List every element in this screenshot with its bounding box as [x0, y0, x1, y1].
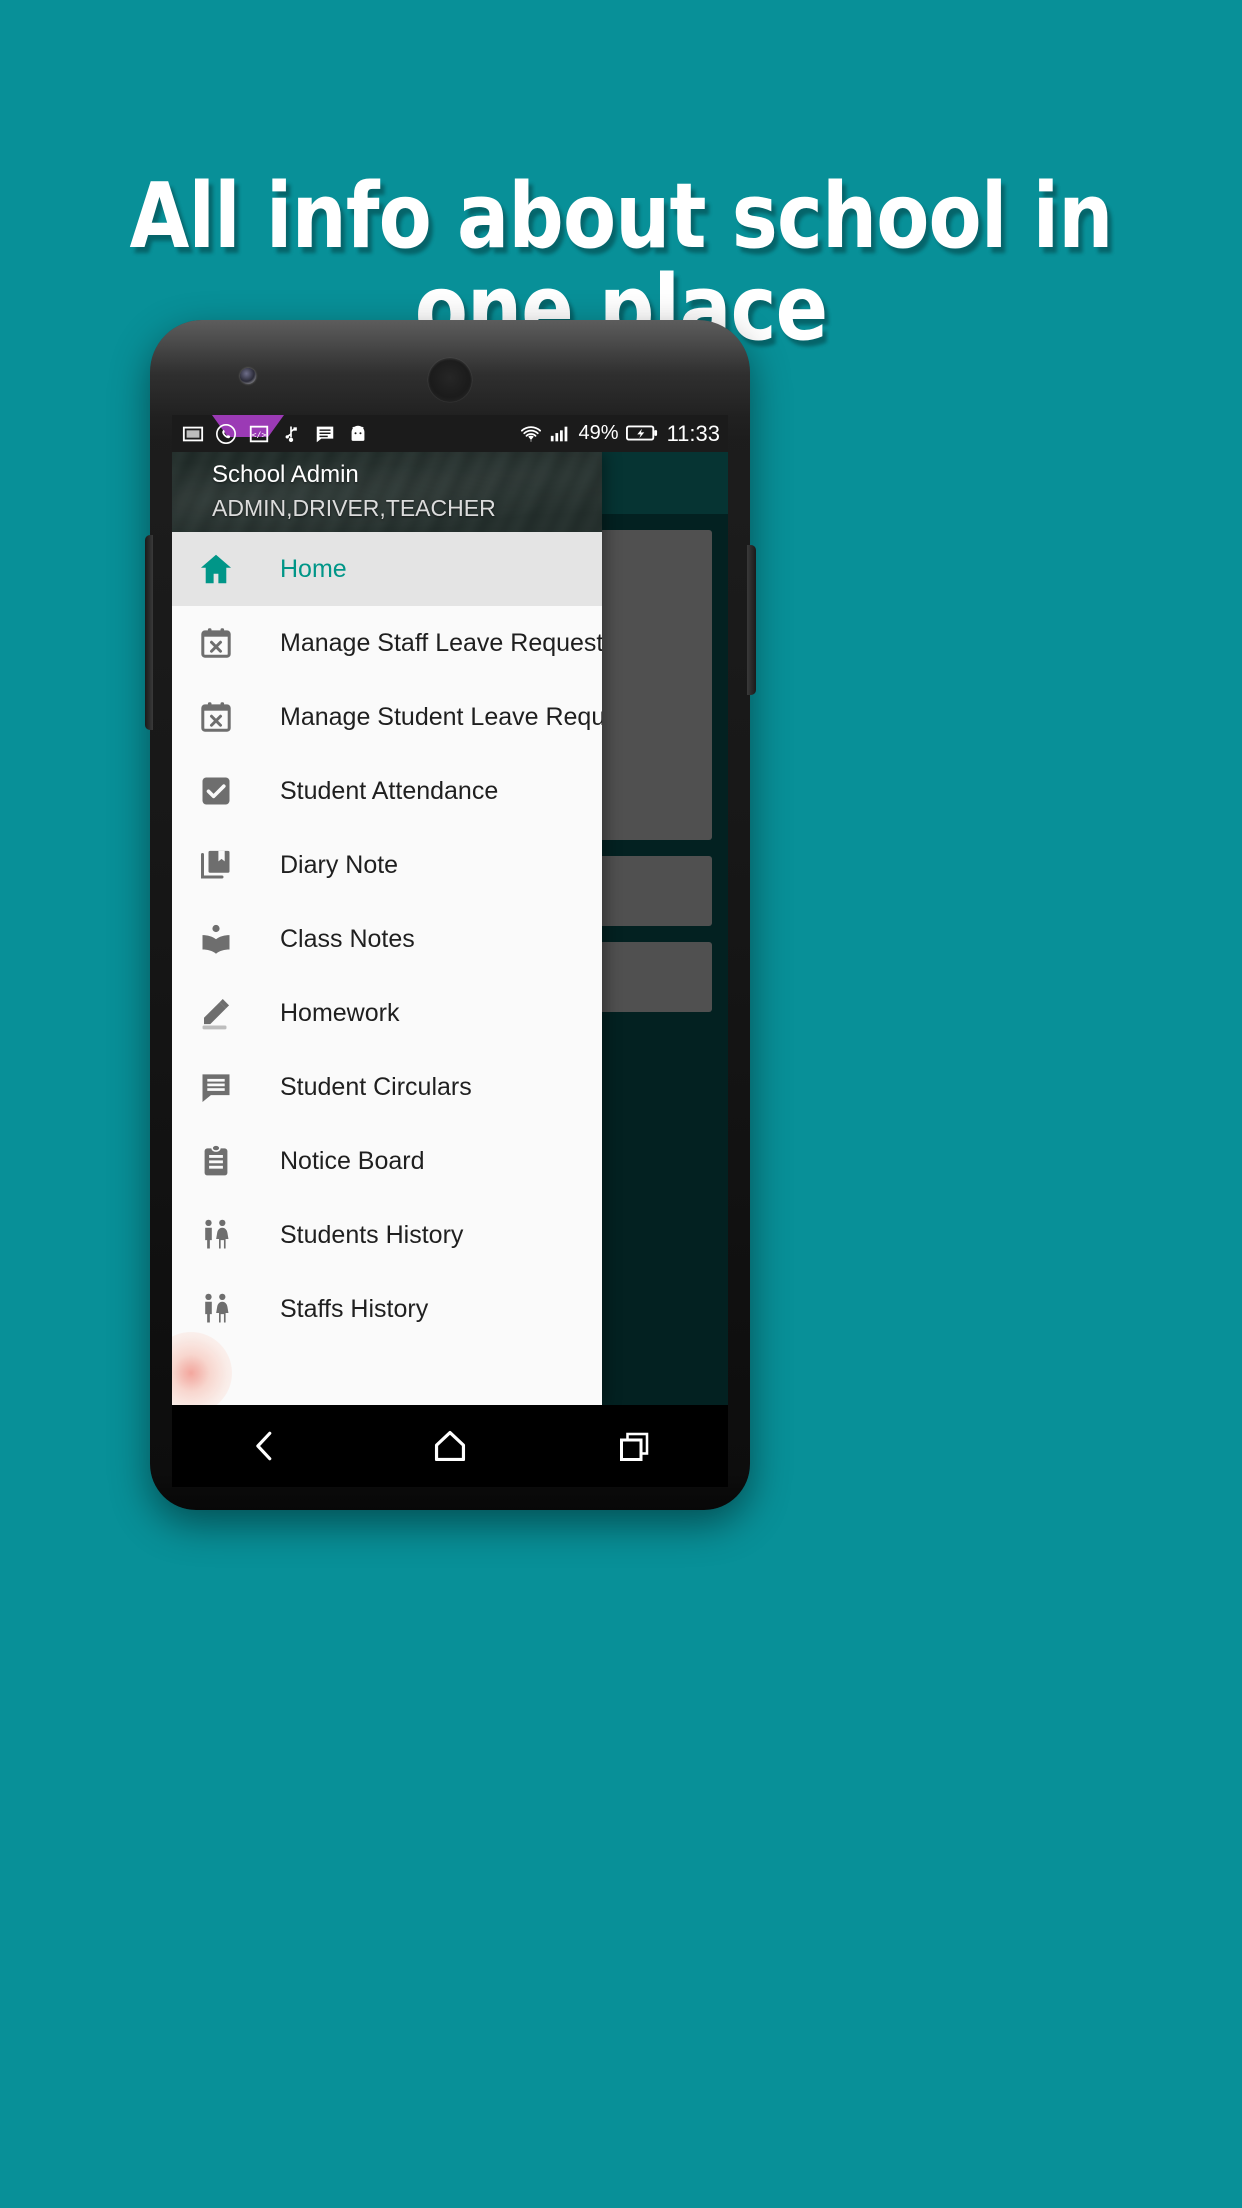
- drawer-item-home[interactable]: Home: [172, 532, 602, 606]
- status-bar-system-icons: 49% 11:33: [519, 421, 720, 447]
- drawer-item-label: Student Attendance: [280, 776, 499, 805]
- drawer-item-label: Class Notes: [280, 924, 415, 953]
- whatsapp-icon: [215, 423, 237, 445]
- android-icon: [347, 423, 369, 445]
- back-button[interactable]: [220, 1405, 310, 1487]
- comment-lines-icon: [194, 1065, 238, 1109]
- calendar-cancel-icon: [194, 695, 238, 739]
- drawer-item-label: Student Circulars: [280, 1072, 472, 1101]
- recents-button[interactable]: [590, 1405, 680, 1487]
- drawer-item-diary-note[interactable]: Diary Note: [172, 828, 602, 902]
- navigation-drawer: School Admin ADMIN,DRIVER,TEACHER Home Ma…: [172, 452, 602, 1405]
- code-icon: </>: [248, 423, 270, 445]
- drawer-item-label: Diary Note: [280, 850, 399, 879]
- earpiece-icon: [428, 358, 472, 402]
- wifi-icon: [519, 423, 541, 445]
- headline-line-1: All info about school in: [129, 163, 1113, 269]
- drawer-header[interactable]: School Admin ADMIN,DRIVER,TEACHER: [172, 452, 602, 532]
- phone-screen: </> 49% 11:33 School Admin ADMIN,DRIVER,…: [172, 415, 728, 1405]
- phone-volume-rocker: [145, 535, 153, 730]
- drawer-item-label: Staffs History: [280, 1294, 429, 1323]
- drawer-item-label: Manage Student Leave Request: [280, 702, 602, 731]
- system-navigation-bar: [172, 1405, 728, 1487]
- clipboard-icon: [194, 1139, 238, 1183]
- local-library-icon: [194, 917, 238, 961]
- calendar-cancel-icon: [194, 621, 238, 665]
- drawer-item-label: Home: [280, 554, 347, 583]
- drawer-menu-list: Home Manage Staff Leave Request Manage Stu…: [172, 532, 602, 1346]
- drawer-item-notice-board[interactable]: Notice Board: [172, 1124, 602, 1198]
- phone-mockup: </> 49% 11:33 School Admin ADMIN,DRIVER,…: [145, 320, 756, 1510]
- drawer-item-manage-student-leave-request[interactable]: Manage Student Leave Request: [172, 680, 602, 754]
- drawer-item-label: Notice Board: [280, 1146, 425, 1175]
- drawer-item-staffs-history[interactable]: Staffs History: [172, 1272, 602, 1346]
- battery-charging-icon: [625, 423, 658, 445]
- recents-icon: [617, 1428, 653, 1464]
- drawer-item-homework[interactable]: Homework: [172, 976, 602, 1050]
- drawer-item-label: Homework: [280, 998, 400, 1027]
- people-pair-icon: [194, 1213, 238, 1257]
- cellular-signal-icon: [548, 423, 572, 445]
- phone-power-button: [747, 545, 756, 695]
- screenshot-icon: [182, 423, 204, 445]
- home-button[interactable]: [405, 1405, 495, 1487]
- home-icon: [194, 547, 238, 591]
- drawer-item-label: Manage Staff Leave Request: [280, 628, 602, 657]
- drawer-item-class-notes[interactable]: Class Notes: [172, 902, 602, 976]
- people-pair-icon: [194, 1287, 238, 1331]
- drawer-item-student-circulars[interactable]: Student Circulars: [172, 1050, 602, 1124]
- drawer-item-manage-staff-leave-request[interactable]: Manage Staff Leave Request: [172, 606, 602, 680]
- pencil-edit-icon: [194, 991, 238, 1035]
- drawer-item-students-history[interactable]: Students History: [172, 1198, 602, 1272]
- bookmark-library-icon: [194, 843, 238, 887]
- svg-text:</>: </>: [252, 429, 267, 439]
- user-name: School Admin: [212, 461, 359, 488]
- drawer-item-label: Students History: [280, 1220, 464, 1249]
- status-bar-notification-icons: </>: [182, 415, 519, 445]
- message-icon: [314, 423, 336, 445]
- home-outline-icon: [431, 1427, 469, 1465]
- usb-debug-icon: [281, 423, 303, 445]
- front-camera-icon: [240, 368, 256, 384]
- back-icon: [246, 1427, 284, 1465]
- drawer-item-student-attendance[interactable]: Student Attendance: [172, 754, 602, 828]
- user-roles: ADMIN,DRIVER,TEACHER: [212, 495, 496, 521]
- status-bar: </> 49% 11:33: [172, 415, 728, 452]
- checkbox-checked-icon: [194, 769, 238, 813]
- battery-percent-label: 49%: [578, 422, 619, 444]
- clock-label: 11:33: [666, 420, 720, 446]
